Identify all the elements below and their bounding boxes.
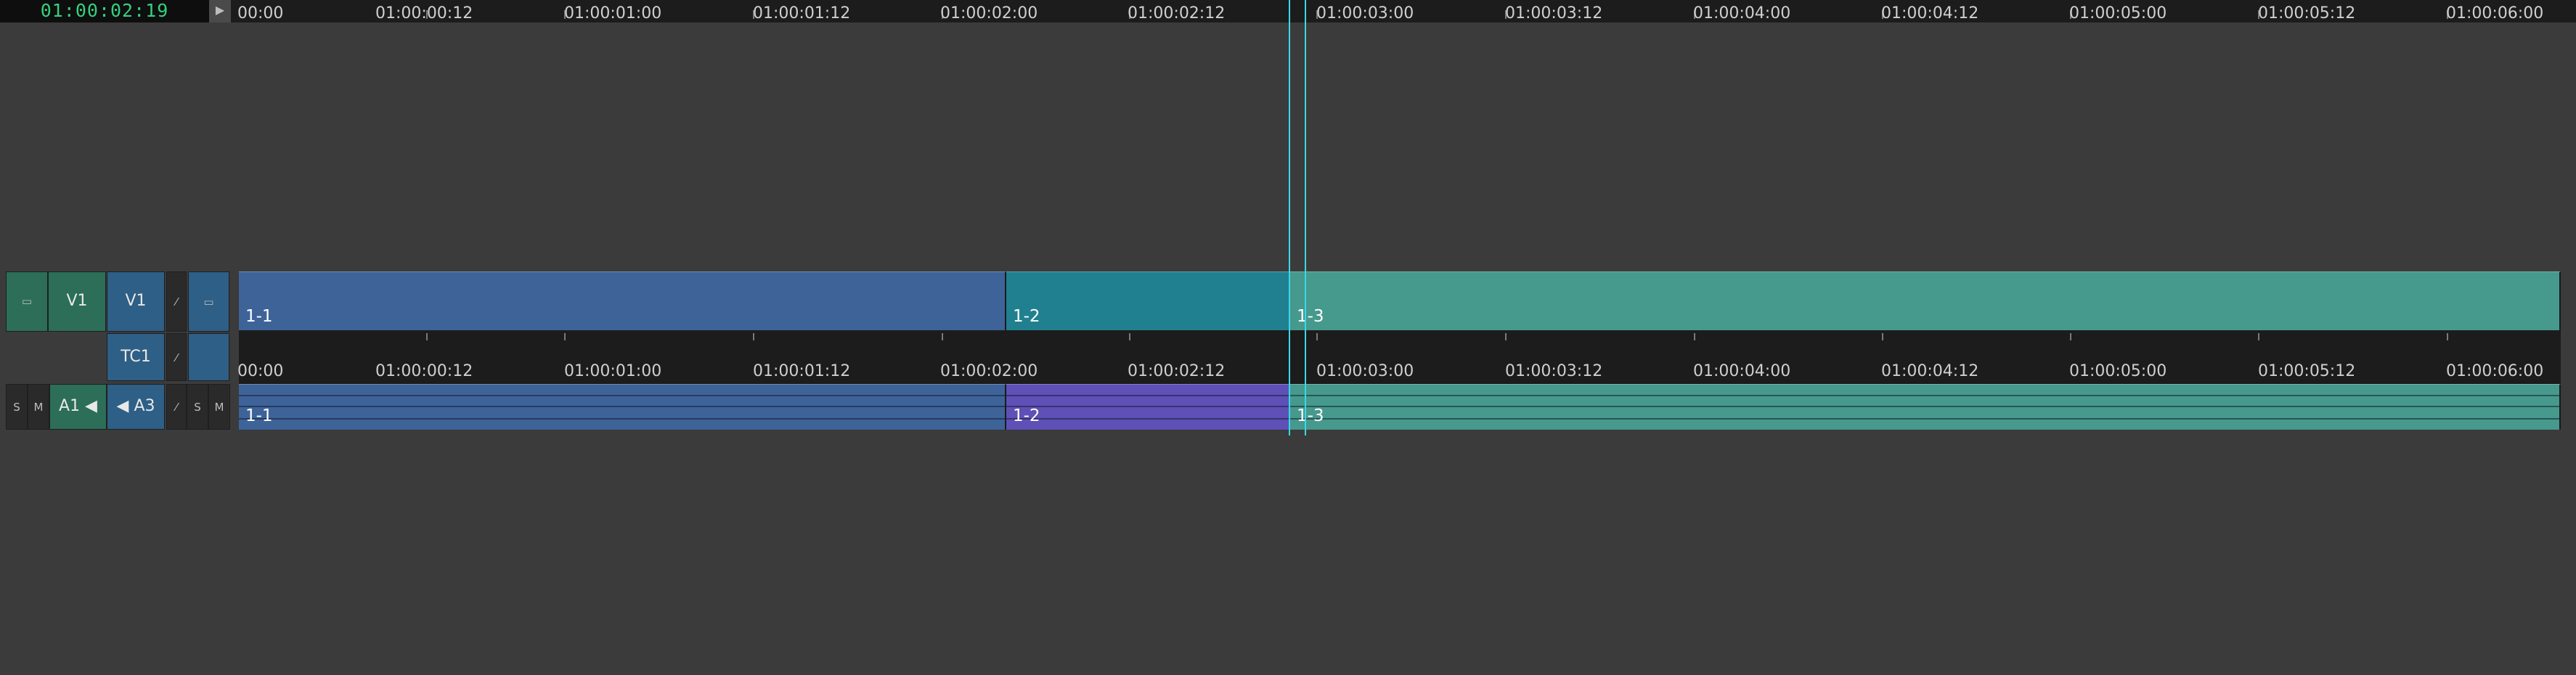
playhead-line[interactable] bbox=[1289, 0, 1290, 435]
audio-clip[interactable]: 1-1 bbox=[239, 384, 1006, 430]
mid-ruler-tick bbox=[753, 333, 754, 340]
top-ruler-tick-label: 01:00:00:12 bbox=[375, 4, 473, 22]
mid-ruler-tick-label: 01:00:03:12 bbox=[1505, 362, 1603, 380]
mid-ruler-tick bbox=[1694, 333, 1695, 340]
audio-lane-divider bbox=[1006, 418, 1289, 420]
mid-ruler-tick-label: 01:00:06:00 bbox=[2446, 362, 2544, 380]
mute-button-2[interactable]: M bbox=[208, 384, 230, 430]
mid-ruler-tick-label: 01:00:04:00 bbox=[1693, 362, 1791, 380]
top-ruler-tick-label: 01:00:04:12 bbox=[1881, 4, 1979, 22]
mid-ruler-tick bbox=[1316, 333, 1318, 340]
mid-ruler-tick bbox=[1882, 333, 1883, 340]
audio-clip-label: 1-1 bbox=[245, 406, 273, 425]
video-clip-label: 1-2 bbox=[1013, 307, 1040, 326]
mid-ruler-tick-label: 01:00:02:12 bbox=[1128, 362, 1226, 380]
video-clip-label: 1-3 bbox=[1297, 307, 1324, 326]
source-monitor-toggle[interactable]: ▭ bbox=[6, 271, 48, 332]
audio-lane-divider bbox=[1290, 406, 2559, 407]
source-track-v1[interactable]: V1 bbox=[48, 271, 106, 332]
tc-blank-cell bbox=[188, 333, 229, 381]
mid-ruler-tick bbox=[1505, 333, 1507, 340]
top-ruler-tick-label: 01:00:01:12 bbox=[753, 4, 851, 22]
video-clip[interactable]: 1-1 bbox=[239, 271, 1006, 331]
mid-ruler-tick-label: 00:00 bbox=[237, 362, 284, 380]
top-ruler-tick-label: 01:00:01:00 bbox=[564, 4, 662, 22]
audio-clip-label: 1-2 bbox=[1013, 406, 1040, 425]
audio-lane-divider bbox=[239, 418, 1005, 420]
audio-clip[interactable]: 1-2 bbox=[1006, 384, 1290, 430]
top-ruler-tick-label: 01:00:04:00 bbox=[1693, 4, 1791, 22]
audio-lane-divider bbox=[1006, 406, 1289, 407]
mid-ruler-tick-label: 01:00:03:00 bbox=[1316, 362, 1414, 380]
record-track-a3[interactable]: ◀ A3 bbox=[107, 384, 165, 430]
record-track-a3-label: A3 bbox=[134, 397, 155, 415]
mid-ruler-tick bbox=[2258, 333, 2259, 340]
mid-ruler-tick bbox=[942, 333, 943, 340]
top-ruler-tick-label: 01:00:03:00 bbox=[1316, 4, 1414, 22]
top-ruler-tick-label: 01:00:06:00 bbox=[2446, 4, 2544, 22]
mid-ruler-tick bbox=[2447, 333, 2448, 340]
lock-icon[interactable]: ⁄ bbox=[166, 271, 187, 332]
top-ruler-tick-label: 01:00:05:12 bbox=[2258, 4, 2356, 22]
source-track-a1[interactable]: A1 ◀ bbox=[49, 384, 107, 430]
audio-lane-divider bbox=[1006, 395, 1289, 396]
top-ruler-tick-label: 01:00:02:00 bbox=[940, 4, 1038, 22]
tc-lock-icon[interactable]: ⁄ bbox=[166, 333, 187, 381]
mid-ruler-tick-label: 01:00:02:00 bbox=[940, 362, 1038, 380]
playhead-line-secondary[interactable] bbox=[1305, 0, 1306, 435]
video-clip[interactable]: 1-2 bbox=[1006, 271, 1290, 331]
timecode-readout: 01:00:02:19 bbox=[40, 0, 169, 21]
top-ruler-tick-label: 00:00 bbox=[237, 4, 284, 22]
source-track-a1-label: A1 bbox=[59, 397, 81, 415]
mid-ruler-tick-label: 01:00:01:12 bbox=[753, 362, 851, 380]
mid-ruler-tick-label: 01:00:04:12 bbox=[1881, 362, 1979, 380]
audio-clip-label: 1-3 bbox=[1297, 406, 1324, 425]
audio-lane-divider bbox=[1290, 418, 2559, 420]
audio-lane-divider bbox=[239, 395, 1005, 396]
audio-lane-divider bbox=[239, 406, 1005, 407]
solo-button-2[interactable]: S bbox=[187, 384, 208, 430]
monitor-icon[interactable]: ▭ bbox=[188, 271, 229, 332]
mid-ruler-tick-label: 01:00:05:12 bbox=[2258, 362, 2356, 380]
mute-button[interactable]: M bbox=[28, 384, 49, 430]
solo-button[interactable]: S bbox=[6, 384, 28, 430]
record-track-tc1[interactable]: TC1 bbox=[107, 333, 165, 381]
audio-clip[interactable]: 1-3 bbox=[1290, 384, 2561, 430]
speaker-icon: ◀ bbox=[116, 397, 134, 415]
top-ruler-tick-label: 01:00:02:12 bbox=[1128, 4, 1226, 22]
play-button[interactable]: ▶ bbox=[209, 0, 231, 22]
top-ruler-tick-label: 01:00:05:00 bbox=[2069, 4, 2167, 22]
audio-lane-divider bbox=[1290, 395, 2559, 396]
top-ruler-tick-label: 01:00:03:12 bbox=[1505, 4, 1603, 22]
audio-lock-icon[interactable]: ⁄ bbox=[166, 384, 187, 430]
mid-ruler-tick-label: 01:00:05:00 bbox=[2069, 362, 2167, 380]
mid-ruler-tick bbox=[564, 333, 566, 340]
mid-ruler-tick bbox=[2070, 333, 2071, 340]
speaker-icon: ◀ bbox=[80, 397, 97, 415]
mid-ruler-tick-label: 01:00:00:12 bbox=[375, 362, 473, 380]
video-clip[interactable]: 1-3 bbox=[1290, 271, 2561, 331]
record-track-v1[interactable]: V1 bbox=[107, 271, 165, 332]
mid-ruler-tick bbox=[426, 333, 428, 340]
mid-ruler-tick bbox=[1129, 333, 1130, 340]
video-clip-label: 1-1 bbox=[245, 307, 273, 326]
mid-ruler-tick-label: 01:00:01:00 bbox=[564, 362, 662, 380]
